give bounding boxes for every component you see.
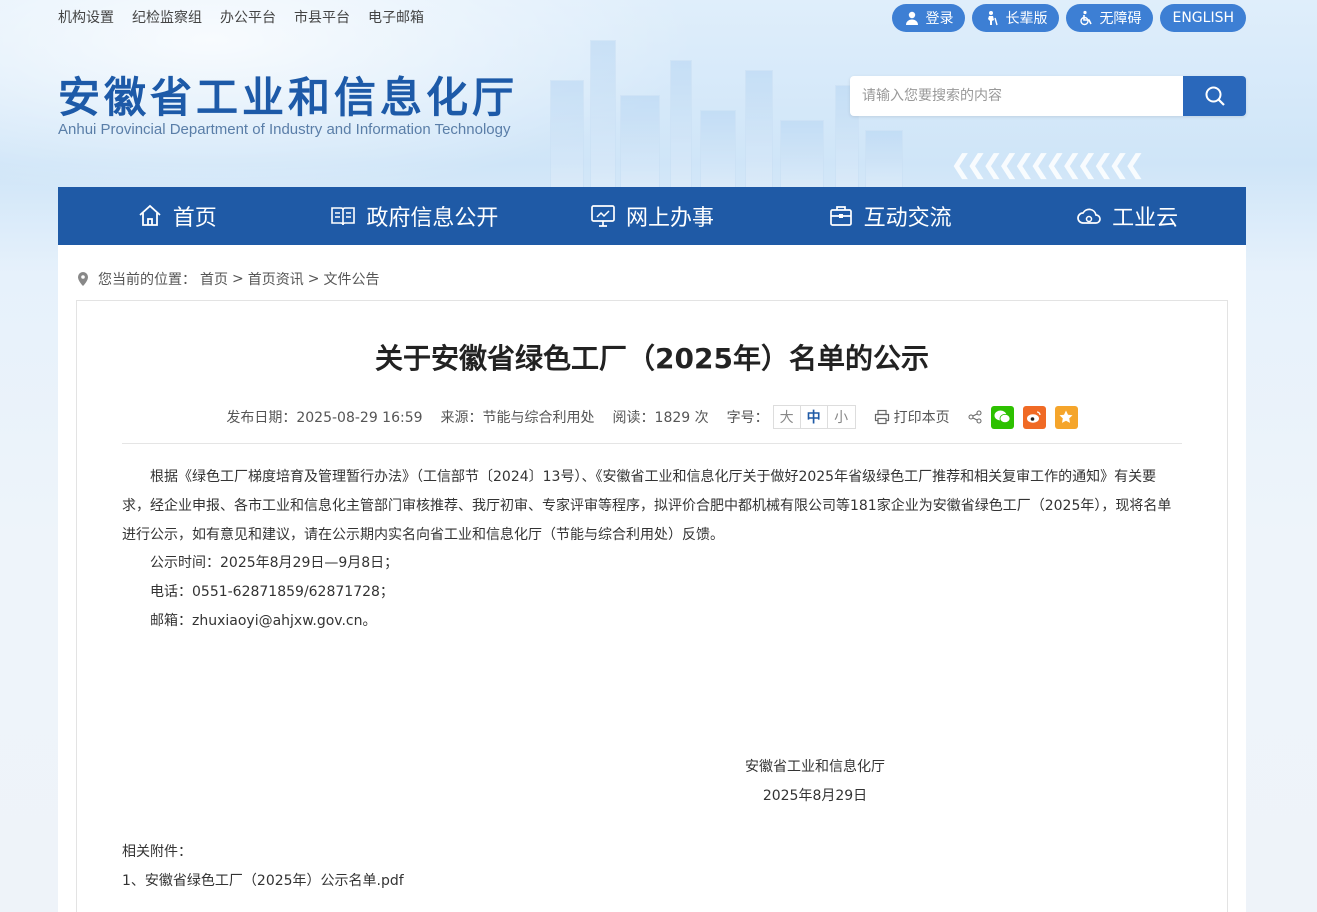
attachments-label: 相关附件： xyxy=(122,844,192,860)
weibo-share-button[interactable] xyxy=(1022,405,1046,429)
read-count: 阅读：1829 次 xyxy=(612,410,709,426)
font-size-label: 字号： xyxy=(726,410,769,426)
link-org[interactable]: 机构设置 xyxy=(58,8,114,30)
article-meta: 发布日期：2025-08-29 16:59 来源：节能与综合利用处 阅读：182… xyxy=(77,405,1227,429)
top-links: 机构设置 纪检监察组 办公平台 市县平台 电子邮箱 xyxy=(58,8,424,30)
cloud-icon xyxy=(1077,208,1101,224)
breadcrumb-notices[interactable]: 文件公告 xyxy=(323,269,379,289)
font-large-button[interactable]: 大 xyxy=(774,406,801,428)
article-source: 来源：节能与综合利用处 xyxy=(440,410,595,426)
signature: 安徽省工业和信息化厅 2025年8月29日 xyxy=(740,753,890,811)
link-city[interactable]: 市县平台 xyxy=(294,8,350,30)
link-email[interactable]: 电子邮箱 xyxy=(368,8,424,30)
font-size-switch: 大 中 小 xyxy=(772,405,856,429)
share-icon xyxy=(968,410,982,424)
contact-email: 邮箱：zhuxiaoyi@ahjxw.gov.cn。 xyxy=(150,612,377,629)
wechat-icon xyxy=(994,410,1011,424)
search-button[interactable] xyxy=(1183,76,1246,116)
attachment-link[interactable]: 1、安徽省绿色工厂（2025年）公示名单.pdf xyxy=(122,867,404,896)
nav-gov-info[interactable]: 政府信息公开 xyxy=(296,187,534,245)
weibo-icon xyxy=(1027,411,1041,423)
publish-date: 发布日期：2025-08-29 16:59 xyxy=(226,410,423,426)
site-logo-subtitle: Anhui Provincial Department of Industry … xyxy=(58,121,511,138)
nav-industry-cloud[interactable]: 工业云 xyxy=(1008,187,1246,245)
english-button[interactable]: ENGLISH xyxy=(1160,4,1246,32)
printer-icon xyxy=(874,409,889,425)
briefcase-icon xyxy=(829,206,852,226)
font-small-button[interactable]: 小 xyxy=(828,406,855,428)
meta-divider xyxy=(122,443,1182,444)
breadcrumb: 您当前的位置： 首页 > 首页资讯 > 文件公告 xyxy=(76,269,379,289)
login-button[interactable]: 登录 xyxy=(892,4,966,32)
monitor-icon xyxy=(591,205,615,227)
article-title: 关于安徽省绿色工厂（2025年）名单的公示 xyxy=(375,342,929,375)
article: 关于安徽省绿色工厂（2025年）名单的公示 发布日期：2025-08-29 16… xyxy=(76,300,1228,912)
main-content: 您当前的位置： 首页 > 首页资讯 > 文件公告 关于安徽省绿色工厂（2025年… xyxy=(58,245,1246,912)
font-medium-button[interactable]: 中 xyxy=(801,406,828,428)
article-body: 根据《绿色工厂梯度培育及管理暂行办法》（工信部节〔2024〕13号）、《安徽省工… xyxy=(122,463,1182,636)
print-button[interactable]: 打印本页 xyxy=(874,407,950,427)
chevron-decoration: ❮❮❮❮❮❮❮❮❮❮❮❮ xyxy=(950,150,1145,180)
link-office[interactable]: 办公平台 xyxy=(220,8,276,30)
nav-home[interactable]: 首页 xyxy=(58,187,296,245)
favorite-button[interactable] xyxy=(1054,405,1078,429)
sign-org: 安徽省工业和信息化厅 xyxy=(745,759,885,775)
article-paragraph: 根据《绿色工厂梯度培育及管理暂行办法》（工信部节〔2024〕13号）、《安徽省工… xyxy=(122,469,1172,543)
link-discipline[interactable]: 纪检监察组 xyxy=(132,8,202,30)
breadcrumb-home[interactable]: 首页 xyxy=(200,269,228,289)
contact-phone: 电话：0551-62871859/62871728； xyxy=(150,584,394,601)
search-icon xyxy=(1205,86,1225,106)
sign-date: 2025年8月29日 xyxy=(762,788,868,804)
main-nav: 首页 政府信息公开 网上办事 互动交流 工业云 xyxy=(58,187,1246,245)
search-input[interactable] xyxy=(850,76,1183,116)
elder-icon xyxy=(988,11,999,26)
book-icon xyxy=(331,207,356,226)
search-bar xyxy=(850,76,1246,116)
home-icon xyxy=(139,204,161,226)
user-icon xyxy=(906,11,919,25)
wechat-share-button[interactable] xyxy=(990,405,1014,429)
star-icon xyxy=(1059,410,1073,423)
elder-mode-button[interactable]: 长辈版 xyxy=(972,4,1060,32)
notice-period: 公示时间：2025年8月29日—9月8日； xyxy=(150,555,399,572)
attachments: 相关附件： 1、安徽省绿色工厂（2025年）公示名单.pdf xyxy=(122,838,404,896)
wheelchair-icon xyxy=(1080,10,1093,26)
location-pin-icon xyxy=(78,272,88,286)
site-logo-title[interactable]: 安徽省工业和信息化厅 xyxy=(58,64,518,125)
breadcrumb-news[interactable]: 首页资讯 xyxy=(248,269,304,289)
share-bar xyxy=(968,405,1078,429)
accessibility-button[interactable]: 无障碍 xyxy=(1066,4,1154,32)
nav-interaction[interactable]: 互动交流 xyxy=(771,187,1009,245)
nav-online-service[interactable]: 网上办事 xyxy=(533,187,771,245)
